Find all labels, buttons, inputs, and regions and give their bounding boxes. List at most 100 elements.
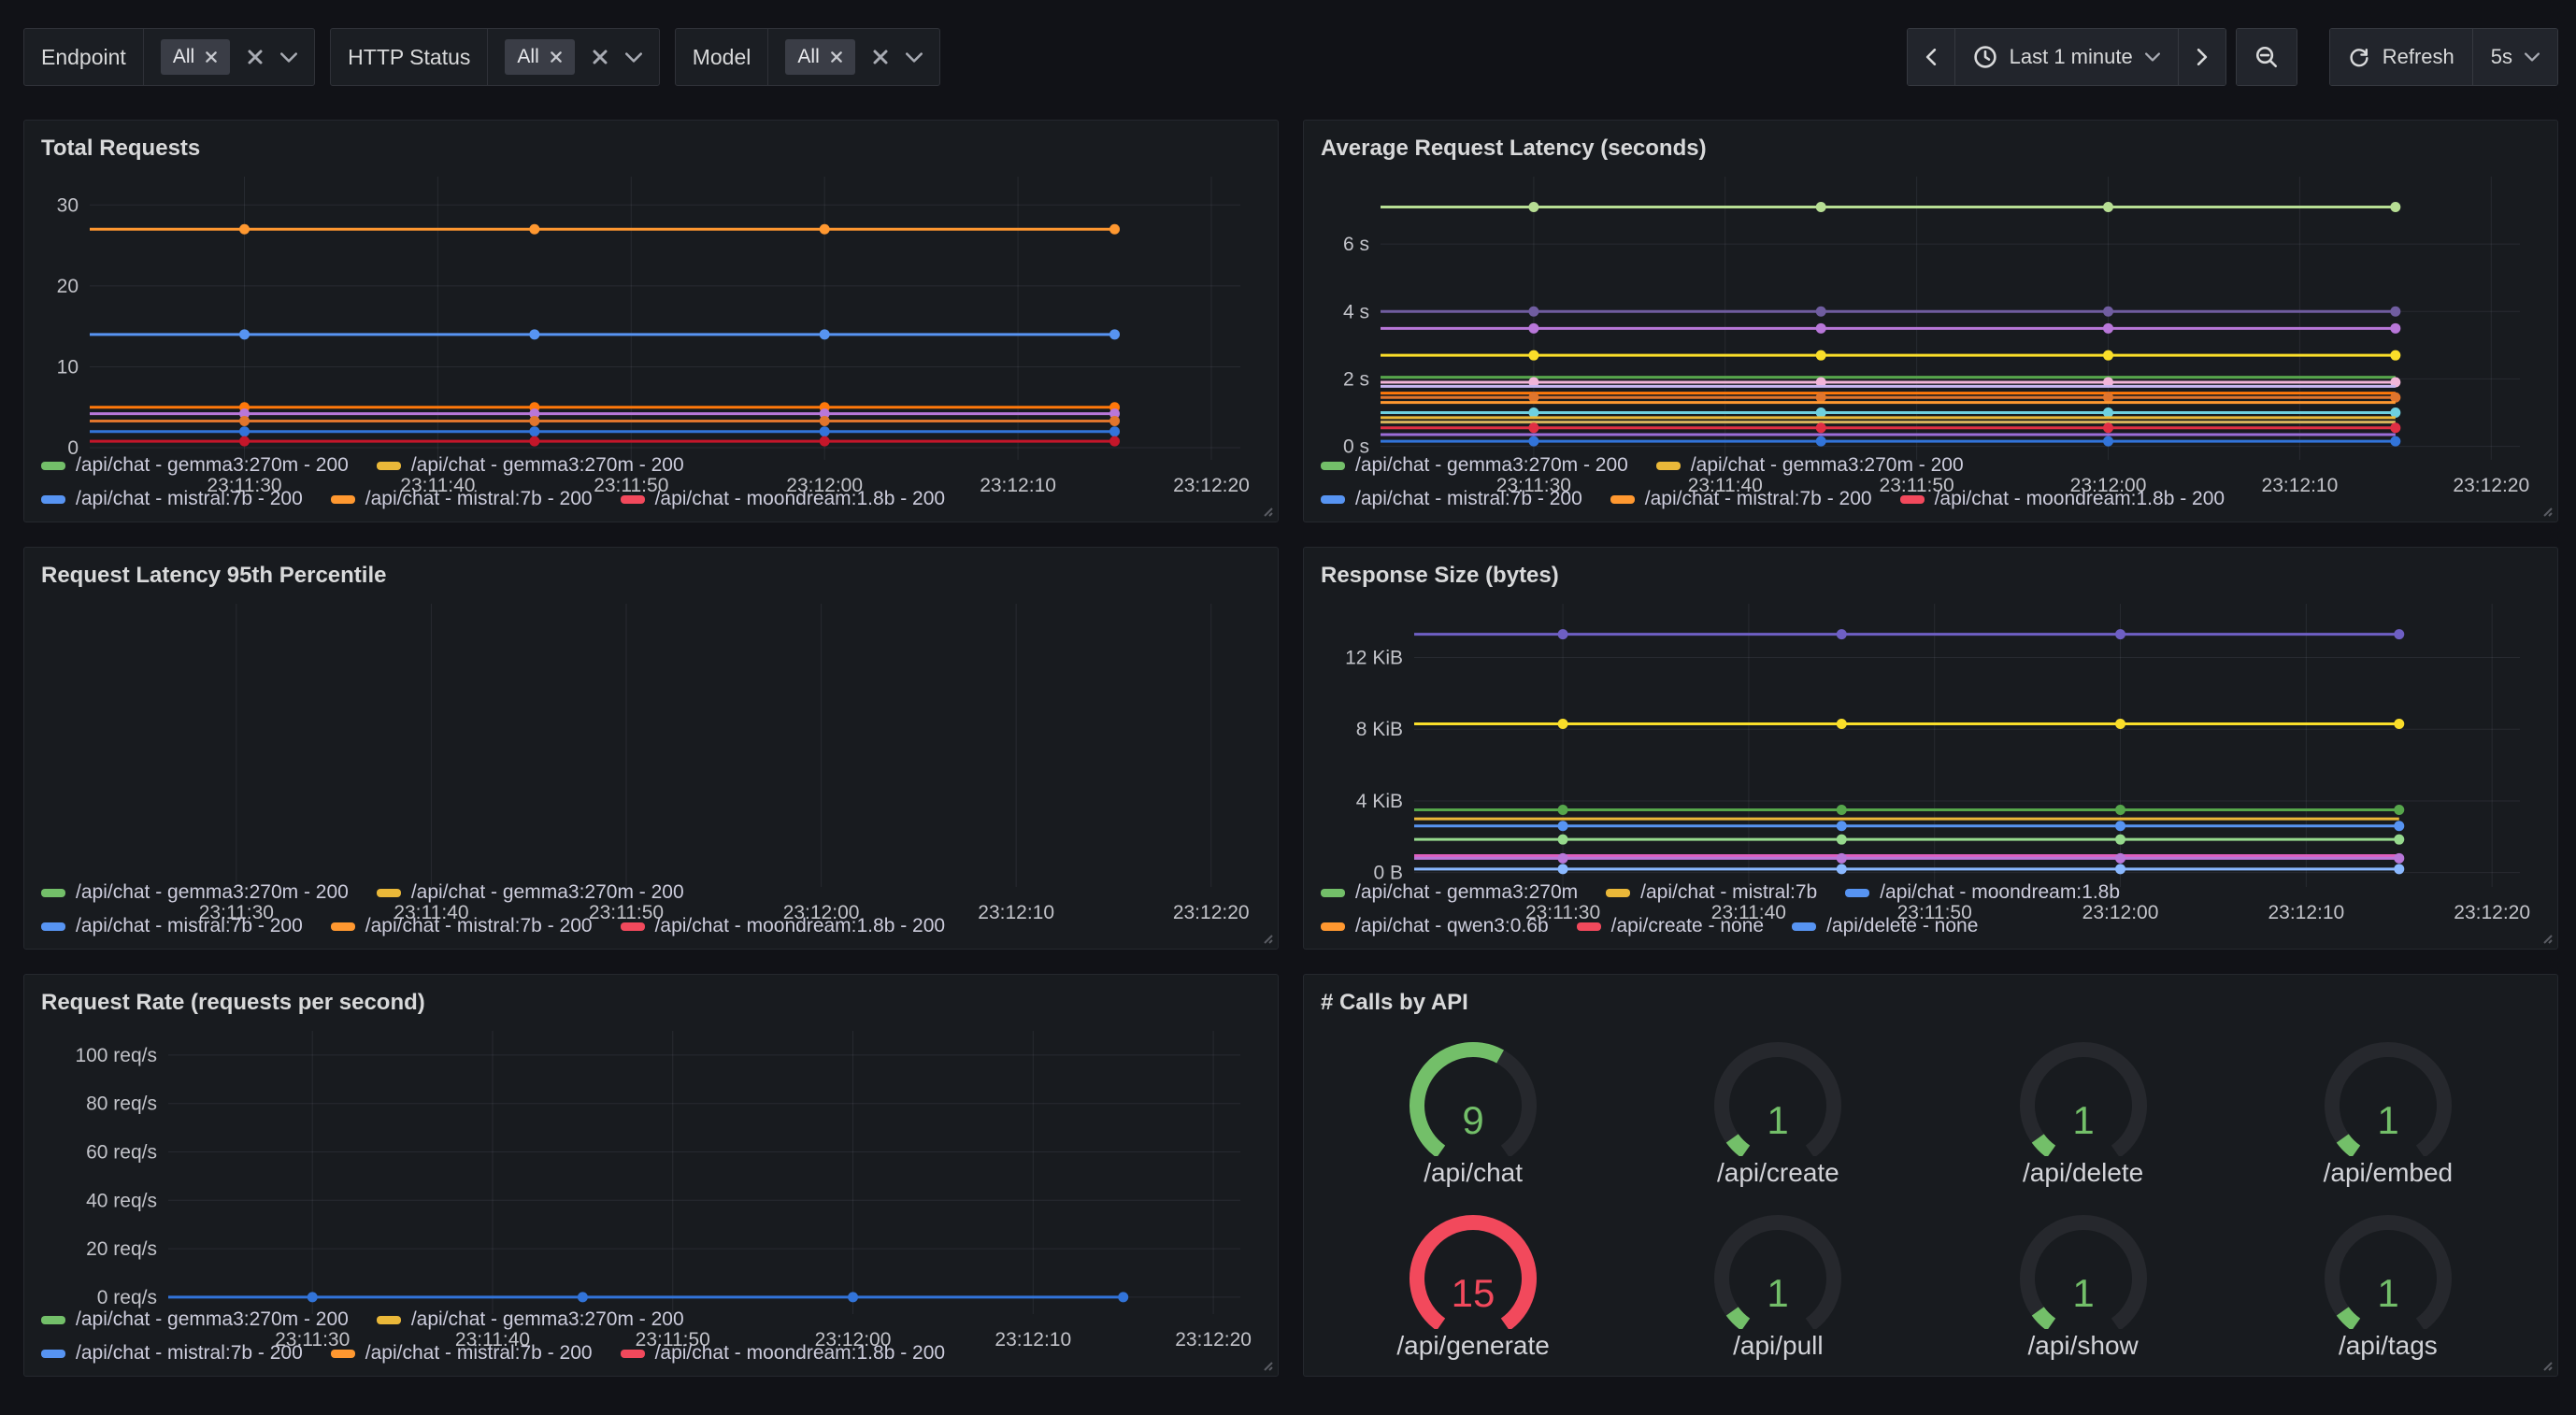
legend-item[interactable]: /api/chat - gemma3:270m - 200 bbox=[41, 881, 349, 904]
legend-item[interactable]: /api/chat - mistral:7b bbox=[1606, 881, 1817, 904]
filter-http-status: HTTP Status All bbox=[330, 28, 660, 86]
filter-http-status-value-picker[interactable]: All bbox=[488, 29, 658, 85]
panel-title[interactable]: Response Size (bytes) bbox=[1321, 559, 2540, 593]
panel-title[interactable]: Average Request Latency (seconds) bbox=[1321, 132, 2540, 165]
panel-title[interactable]: Request Rate (requests per second) bbox=[41, 986, 1261, 1020]
legend-series-swatch bbox=[331, 495, 355, 504]
gauge-value-arc bbox=[2038, 1138, 2051, 1151]
panel-grid: Total Requests 23:11:3023:11:4023:11:502… bbox=[23, 120, 2558, 1377]
panel-resize-handle[interactable] bbox=[1259, 930, 1274, 945]
legend-row: /api/chat - gemma3:270m - 200/api/chat -… bbox=[41, 454, 1261, 477]
time-range-picker[interactable]: Last 1 minute bbox=[1954, 29, 2178, 85]
legend-item[interactable]: /api/create - none bbox=[1577, 915, 1764, 937]
filter-model-value-picker[interactable]: All bbox=[768, 29, 938, 85]
legend-item[interactable]: /api/chat - moondream:1.8b - 200 bbox=[621, 1342, 946, 1365]
time-shift-back-button[interactable] bbox=[1908, 29, 1954, 85]
panel-title[interactable]: # Calls by API bbox=[1321, 986, 2540, 1020]
legend-series-swatch bbox=[331, 922, 355, 931]
clear-filter-icon[interactable] bbox=[247, 49, 264, 65]
legend-item[interactable]: /api/chat - gemma3:270m - 200 bbox=[41, 454, 349, 477]
series-point bbox=[820, 329, 830, 339]
legend-item[interactable]: /api/chat - mistral:7b - 200 bbox=[1610, 488, 1872, 510]
series-point bbox=[2394, 719, 2404, 729]
series-point bbox=[2103, 407, 2113, 418]
legend-item[interactable]: /api/chat - mistral:7b - 200 bbox=[331, 915, 593, 937]
series-point bbox=[2103, 202, 2113, 212]
filter-http-status-chip[interactable]: All bbox=[505, 39, 574, 75]
chart-series bbox=[1381, 407, 2400, 418]
panel-resize-handle[interactable] bbox=[1259, 1357, 1274, 1372]
legend-item[interactable]: /api/chat - gemma3:270m bbox=[1321, 881, 1578, 904]
legend-item[interactable]: /api/chat - gemma3:270m - 200 bbox=[377, 1308, 684, 1331]
series-point bbox=[1109, 416, 1120, 426]
chevron-down-icon[interactable] bbox=[625, 52, 642, 63]
chevron-down-icon[interactable] bbox=[280, 52, 297, 63]
chart-series bbox=[1381, 436, 2400, 447]
chart-average-request-latency[interactable]: 23:11:3023:11:4023:11:5023:12:0023:12:10… bbox=[1321, 165, 2540, 447]
gauge-value: 1 bbox=[2377, 1098, 2398, 1142]
legend-item[interactable]: /api/chat - gemma3:270m - 200 bbox=[1321, 454, 1628, 477]
chip-remove-icon[interactable] bbox=[550, 50, 563, 64]
chart-total-requests[interactable]: 23:11:3023:11:4023:11:5023:12:0023:12:10… bbox=[41, 165, 1261, 447]
clear-filter-icon[interactable] bbox=[592, 49, 608, 65]
legend-item[interactable]: /api/delete - none bbox=[1792, 915, 1978, 937]
legend-item[interactable]: /api/chat - mistral:7b - 200 bbox=[331, 1342, 593, 1365]
panel-title[interactable]: Request Latency 95th Percentile bbox=[41, 559, 1261, 593]
series-point bbox=[2390, 436, 2400, 447]
legend-series-swatch bbox=[1577, 922, 1601, 931]
legend-item[interactable]: /api/chat - moondream:1.8b - 200 bbox=[621, 915, 946, 937]
refresh-button[interactable]: Refresh bbox=[2330, 29, 2472, 85]
filter-model-chip[interactable]: All bbox=[785, 39, 854, 75]
series-point bbox=[239, 426, 250, 436]
chart-series bbox=[1381, 422, 2400, 433]
refresh-icon bbox=[2348, 46, 2370, 68]
legend-item[interactable]: /api/chat - moondream:1.8b bbox=[1845, 881, 2120, 904]
panel-resize-handle[interactable] bbox=[2539, 930, 2554, 945]
legend-item[interactable]: /api/chat - mistral:7b - 200 bbox=[41, 488, 303, 510]
gauge-canvas: 1 bbox=[1698, 1196, 1857, 1329]
legend-series-label: /api/chat - gemma3:270m - 200 bbox=[1691, 454, 1964, 477]
filter-endpoint-chip[interactable]: All bbox=[161, 39, 230, 75]
series-point bbox=[2390, 407, 2400, 418]
series-point bbox=[1558, 821, 1568, 831]
series-point bbox=[239, 436, 250, 447]
filter-endpoint-value-picker[interactable]: All bbox=[144, 29, 314, 85]
chart-request-rate[interactable]: 23:11:3023:11:4023:11:5023:12:0023:12:10… bbox=[41, 1020, 1261, 1301]
legend-item[interactable]: /api/chat - qwen3:0.6b bbox=[1321, 915, 1549, 937]
gauge-value-arc bbox=[2038, 1311, 2051, 1324]
refresh-label: Refresh bbox=[2383, 45, 2454, 69]
panel-resize-handle[interactable] bbox=[2539, 503, 2554, 518]
panel-resize-handle[interactable] bbox=[1259, 503, 1274, 518]
legend-series-label: /api/chat - mistral:7b - 200 bbox=[1645, 488, 1872, 510]
panel-average-request-latency: Average Request Latency (seconds) 23:11:… bbox=[1303, 120, 2558, 522]
legend-item[interactable]: /api/chat - mistral:7b - 200 bbox=[331, 488, 593, 510]
chart-response-size[interactable]: 23:11:3023:11:4023:11:5023:12:0023:12:10… bbox=[1321, 593, 2540, 874]
legend-item[interactable]: /api/chat - gemma3:270m - 200 bbox=[377, 454, 684, 477]
series-point bbox=[529, 426, 539, 436]
clear-filter-icon[interactable] bbox=[872, 49, 889, 65]
panel-title[interactable]: Total Requests bbox=[41, 132, 1261, 165]
gauge-value-arc bbox=[2342, 1138, 2355, 1151]
series-point bbox=[1816, 393, 1826, 403]
refresh-interval-picker[interactable]: 5s bbox=[2472, 29, 2557, 85]
legend-item[interactable]: /api/chat - mistral:7b - 200 bbox=[41, 915, 303, 937]
legend-item[interactable]: /api/chat - moondream:1.8b - 200 bbox=[621, 488, 946, 510]
panel-resize-handle[interactable] bbox=[2539, 1357, 2554, 1372]
legend-item[interactable]: /api/chat - gemma3:270m - 200 bbox=[1656, 454, 1964, 477]
series-point bbox=[1837, 805, 1847, 815]
legend-series-label: /api/chat - mistral:7b - 200 bbox=[1355, 488, 1582, 510]
legend-item[interactable]: /api/chat - mistral:7b - 200 bbox=[1321, 488, 1582, 510]
time-shift-forward-button[interactable] bbox=[2178, 29, 2225, 85]
legend-item[interactable]: /api/chat - moondream:1.8b - 200 bbox=[1900, 488, 2225, 510]
chip-remove-icon[interactable] bbox=[830, 50, 843, 64]
gauge-canvas: 1 bbox=[2309, 1023, 2468, 1156]
legend-item[interactable]: /api/chat - gemma3:270m - 200 bbox=[41, 1308, 349, 1331]
legend-item[interactable]: /api/chat - gemma3:270m - 200 bbox=[377, 881, 684, 904]
chevron-down-icon[interactable] bbox=[906, 52, 923, 63]
zoom-out-button[interactable] bbox=[2237, 29, 2297, 85]
legend-item[interactable]: /api/chat - mistral:7b - 200 bbox=[41, 1342, 303, 1365]
legend-series-swatch bbox=[621, 495, 645, 504]
chart-request-latency-p95[interactable]: 23:11:3023:11:4023:11:5023:12:0023:12:10… bbox=[41, 593, 1261, 874]
chip-remove-icon[interactable] bbox=[205, 50, 218, 64]
chart-series bbox=[90, 224, 1120, 235]
